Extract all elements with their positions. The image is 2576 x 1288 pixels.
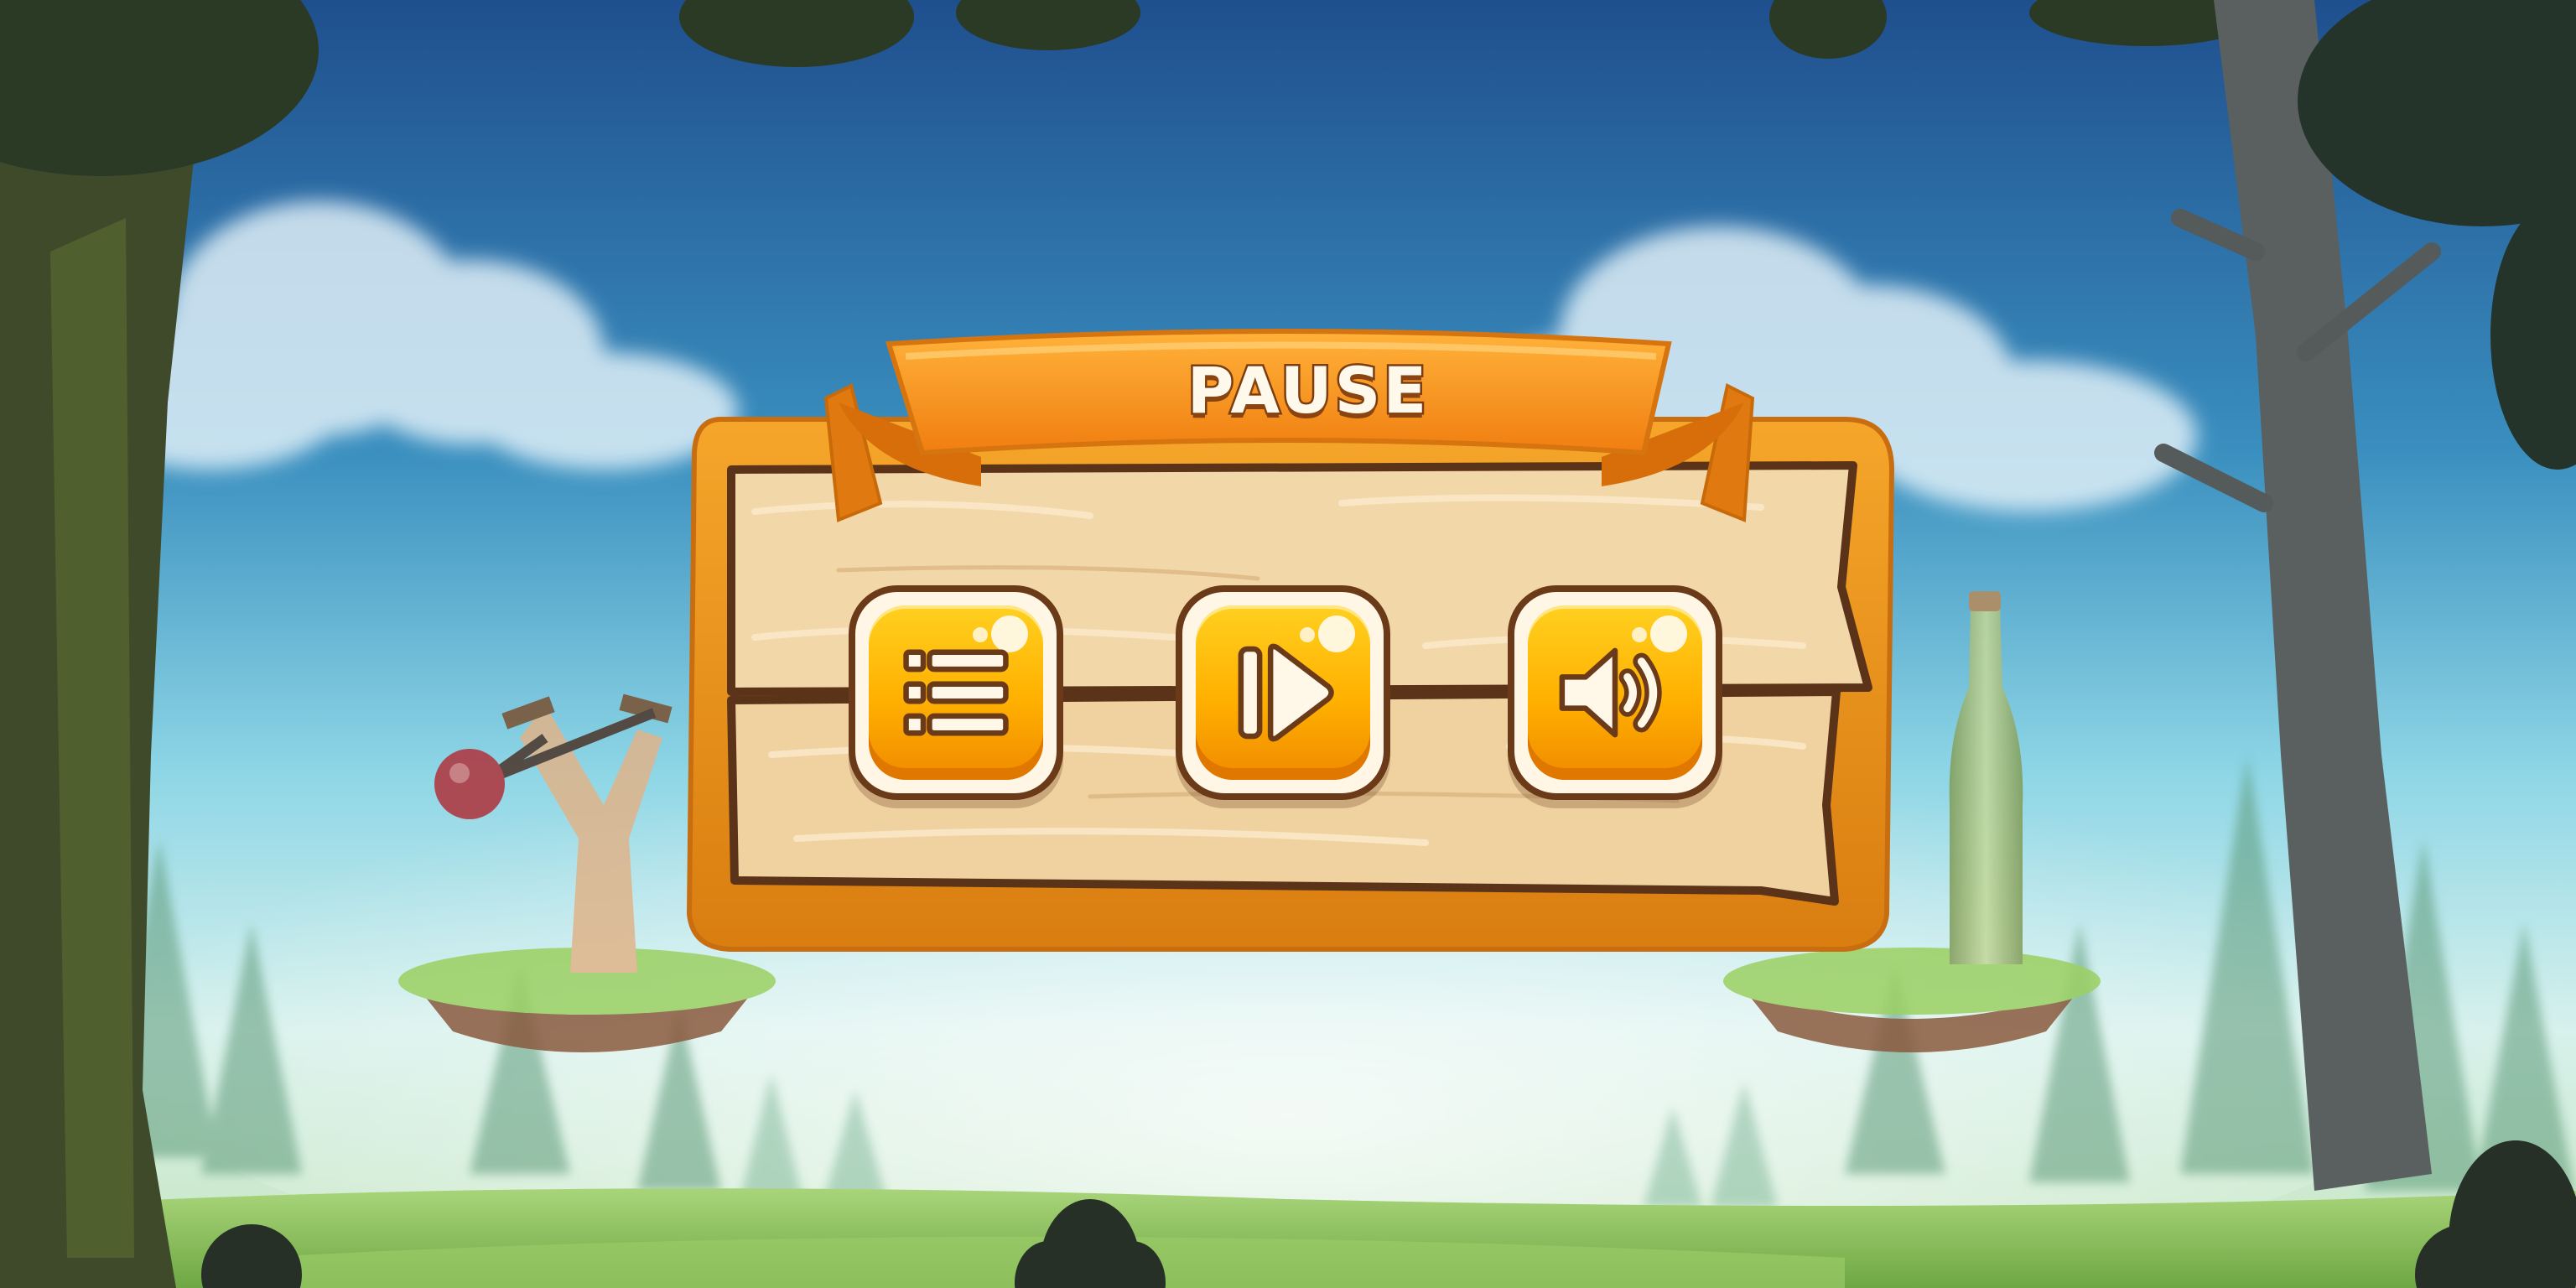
menu-button[interactable] [849, 585, 1063, 800]
sound-button[interactable] [1508, 585, 1722, 800]
speaker-icon [1559, 647, 1662, 738]
pause-title: PAUSE [1185, 351, 1430, 429]
menu-list-icon [903, 649, 1009, 736]
resume-button[interactable] [1176, 585, 1390, 800]
play-icon [1238, 643, 1334, 742]
